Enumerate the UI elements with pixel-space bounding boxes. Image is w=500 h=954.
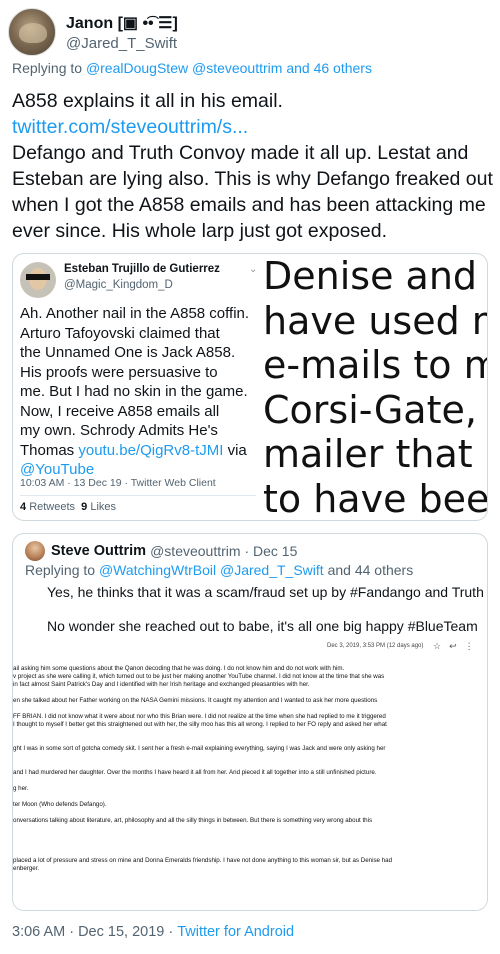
tweet-line: Esteban are lying also. This is why Defa… (12, 168, 493, 190)
quoted-replying-to: Replying to @WatchingWtrBoil @Jared_T_Sw… (25, 562, 413, 578)
email-line: g her. (13, 785, 29, 792)
email-line: ail asking him some questions about the … (13, 665, 345, 672)
large-text-line: to have been h (263, 476, 488, 521)
tweet-header: Janon [▣ •͡• ☰] @Jared_T_Swift (8, 8, 492, 56)
divider (20, 495, 256, 496)
tweet-line: Defango and Truth Convoy made it all up.… (12, 142, 469, 164)
email-line: v project as she were calling it, which … (13, 673, 385, 680)
quoted-line: Thomas youtu.be/QigRv8-tJMI via (20, 441, 265, 461)
more-icon: ⋮ (464, 641, 482, 651)
email-line (13, 849, 487, 857)
reply-icon: ↩ (449, 641, 465, 651)
quoted-tweet-meta: 10:03 AM · 13 Dec 19 · Twitter Web Clien… (20, 477, 216, 489)
replying-prefix: Replying to (25, 562, 99, 578)
quoted-tweet[interactable]: Steve Outtrim @steveouttrim · Dec 15 Rep… (12, 533, 488, 911)
quoted-via: via (223, 441, 247, 459)
quoted-line: my own. Schrody Admits He's (20, 422, 218, 439)
replying-others-link[interactable]: and 46 others (282, 60, 372, 76)
quoted-author-handle-date: @steveouttrim · Dec 15 (150, 543, 298, 559)
tweet-line: when I got the A858 emails and has been … (12, 194, 486, 216)
quoted-tweet-panel: Esteban Trujillo de Gutierrez @Magic_Kin… (13, 254, 259, 520)
quoted-tweet-body: Ah. Another nail in the A858 coffin. Art… (20, 304, 265, 480)
email-line (13, 825, 487, 833)
email-line: ght I was in some sort of gotcha comedy … (13, 745, 386, 752)
email-line (13, 737, 487, 745)
email-screenshot: Dec 3, 2019, 3:53 PM (12 days ago) ☆↩⋮ a… (13, 635, 487, 910)
tweet-line: A858 explains it all in his email. (12, 90, 283, 112)
large-text-line: mailer that ap (263, 432, 487, 476)
quoted-line: the Unnamed One is Jack A858. (20, 344, 236, 361)
replying-to: Replying to @realDougStew @steveouttrim … (12, 60, 372, 76)
email-line: FF BRIAN. I did not know what it were ab… (13, 713, 386, 720)
tweet-link[interactable]: twitter.com/steveouttrim/s... (12, 114, 492, 140)
email-line (13, 833, 487, 841)
tweet-timestamp[interactable]: 3:06 AM · Dec 15, 2019 (12, 924, 164, 940)
quoted-author-avatar (20, 262, 56, 298)
email-line (13, 729, 487, 737)
quoted-author-handle: @Magic_Kingdom_D (64, 279, 173, 291)
quoted-line: Arturo Tafoyovski claimed that (20, 324, 220, 342)
email-line (13, 753, 487, 761)
email-line: en she talked about her Father working o… (13, 697, 378, 704)
quoted-tweet-text: Yes, he thinks that it was a scam/fraud … (47, 584, 488, 600)
email-line: placed a lot of pressure and stress on m… (13, 857, 393, 864)
email-line (13, 793, 487, 801)
quoted-author-avatar (25, 541, 45, 561)
email-line (13, 841, 487, 849)
email-action-icons: ☆↩⋮ (433, 641, 482, 652)
replying-links[interactable]: @realDougStew @steveouttrim (86, 60, 283, 76)
email-line (13, 761, 487, 769)
quoted-line: me. But I had no skin in the game. (20, 383, 248, 400)
tweet-line: ever since. His whole larp just got expo… (12, 220, 388, 242)
email-line (13, 809, 487, 817)
quoted-tweet-header: Steve Outtrim @steveouttrim · Dec 15 (25, 541, 297, 561)
email-line (13, 705, 487, 713)
large-text-line: e-mails to mal (263, 343, 487, 387)
replying-prefix: Replying to (12, 60, 86, 76)
embedded-tweet-screenshot[interactable]: Esteban Trujillo de Gutierrez @Magic_Kin… (12, 253, 488, 521)
quoted-tweet-text: No wonder she reached out to babe, it's … (47, 618, 478, 634)
large-text-line: Corsi-Gate, an (263, 387, 487, 432)
email-line: ter Moon (Who defends Defango). (13, 801, 107, 808)
email-line: in fact almost Saint Patrick's Day and I… (13, 681, 310, 688)
quoted-author-name: Steve Outtrim (51, 543, 147, 559)
email-line: enberger. (13, 865, 40, 872)
email-date: Dec 3, 2019, 3:53 PM (12 days ago) (327, 643, 424, 649)
author-handle[interactable]: @Jared_T_Swift (66, 35, 178, 52)
replying-links: @WatchingWtrBoil @Jared_T_Swift (98, 562, 324, 578)
retweet-count: 4 (20, 501, 27, 513)
email-line (13, 777, 487, 785)
email-line: onversations talking about literature, a… (13, 817, 373, 824)
email-line (13, 689, 487, 697)
tweet-footer: 3:06 AM · Dec 15, 2019 · Twitter for Andro… (12, 924, 294, 940)
author-display-name[interactable]: Janon [▣ •͡• ☰] (66, 13, 178, 33)
email-line: and I had murdered her daughter. Over th… (13, 769, 377, 776)
quoted-line: Now, I receive A858 emails all (20, 402, 220, 420)
author-names: Janon [▣ •͡• ☰] @Jared_T_Swift (66, 13, 178, 52)
retweet-label: Retweets (29, 501, 76, 513)
replying-suffix: and 44 others (323, 562, 414, 578)
tweet-text: A858 explains it all in his email. twitt… (12, 88, 493, 244)
quoted-author-name: Esteban Trujillo de Gutierrez (64, 263, 220, 275)
tweet-source[interactable]: Twitter for Android (177, 924, 294, 940)
star-icon: ☆ (433, 641, 450, 651)
youtube-link: youtu.be/QigRv8-tJMI (78, 441, 224, 459)
like-label: Likes (90, 501, 117, 513)
large-text-line: have used my (263, 298, 487, 343)
quoted-line: Ah. Another nail in the A858 coffin. (20, 305, 250, 322)
quoted-line: His proofs were persuasive to (20, 363, 218, 381)
quoted-line-text: Thomas (20, 441, 79, 459)
email-line: I thought to myself I better get this st… (13, 721, 387, 728)
large-text-block: Denise and De have used my e-mails to ma… (263, 254, 488, 521)
large-text-line: Denise and De (263, 254, 487, 298)
like-count: 9 (81, 501, 88, 513)
large-text-image: Denise and De have used my e-mails to ma… (259, 254, 488, 521)
email-body: ail asking him some questions about the … (13, 665, 487, 873)
separator: · (168, 924, 174, 940)
author-avatar[interactable] (8, 8, 56, 56)
chevron-down-icon: ⌄ (249, 264, 258, 275)
quoted-tweet-stats: 4 Retweets 9 Likes (20, 501, 116, 513)
